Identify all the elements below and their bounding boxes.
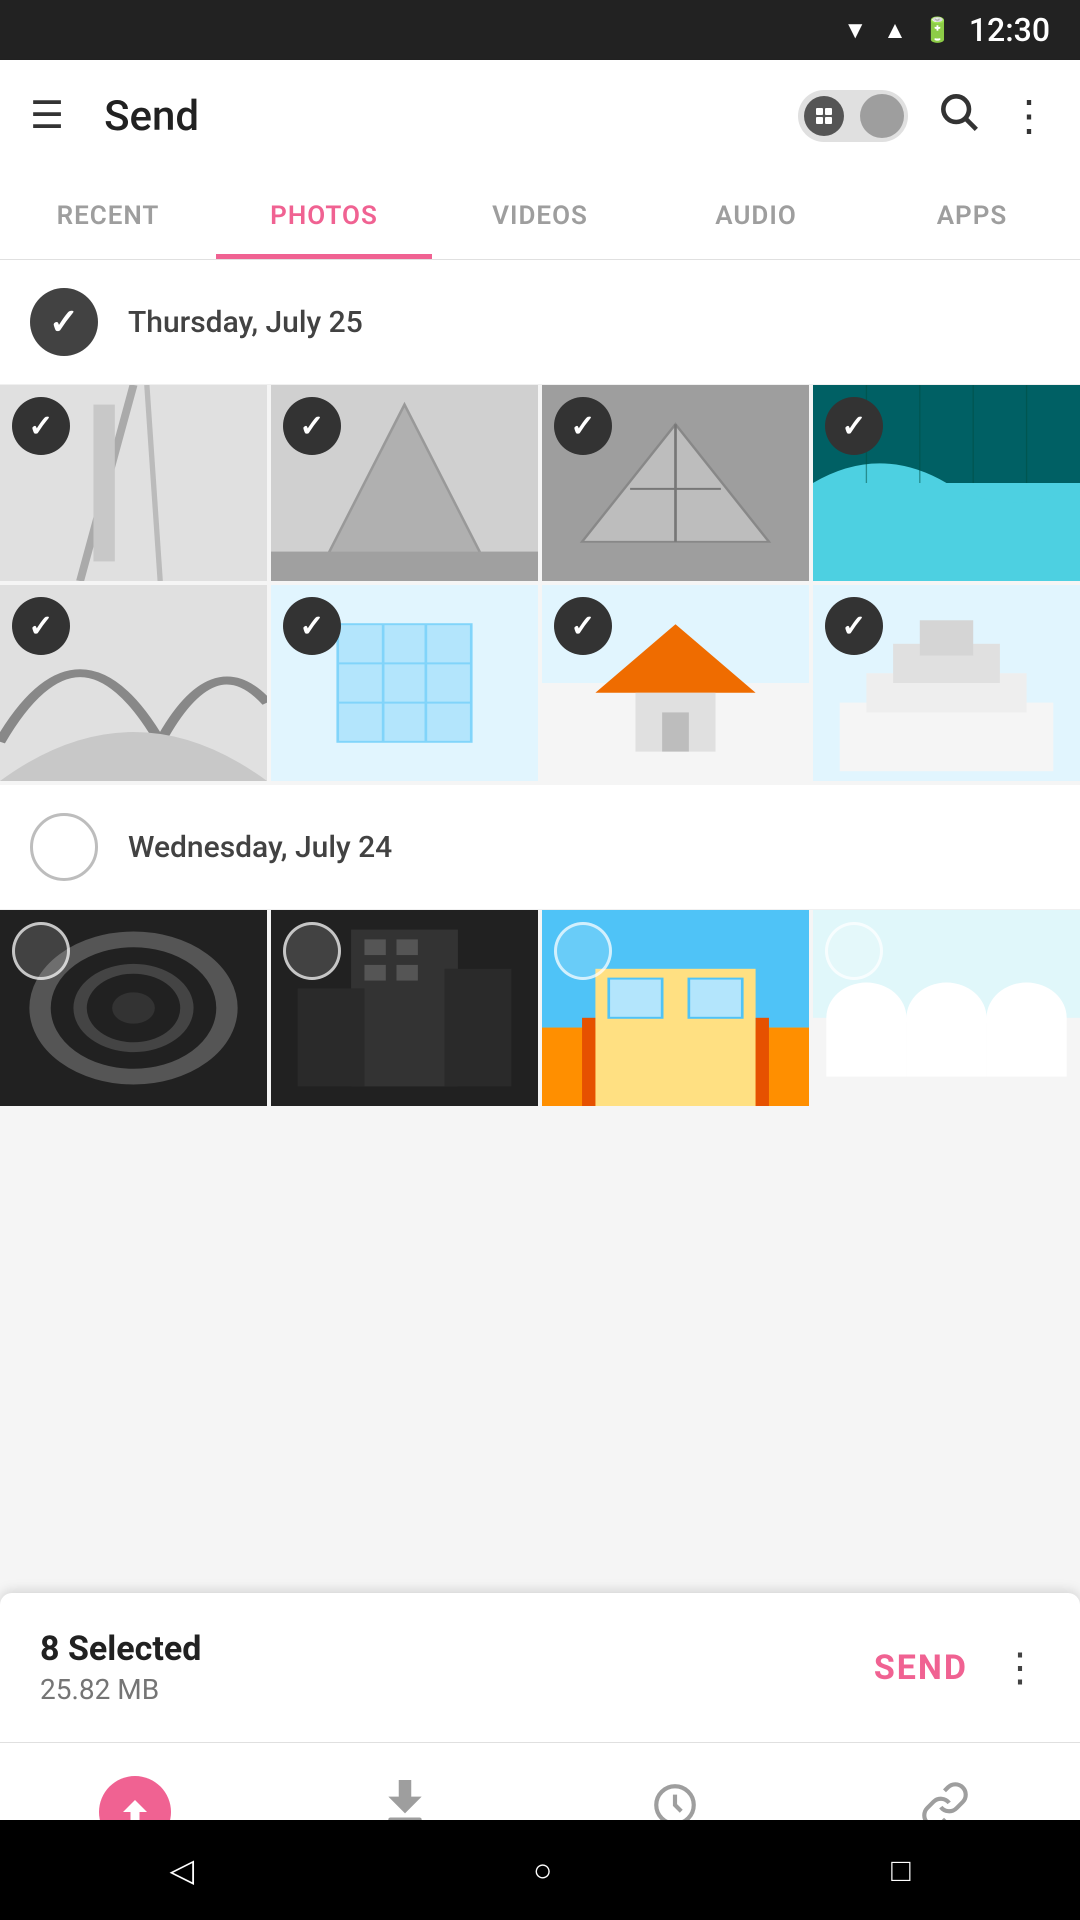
toggle-knob [860,94,904,138]
photo-item[interactable]: ✓ [0,585,267,781]
tab-audio[interactable]: AUDIO [648,172,864,259]
photo-content: ✓ Thursday, July 25 ✓ ✓ [0,260,1080,1106]
tab-videos[interactable]: VIDEOS [432,172,648,259]
photo-check-8[interactable]: ✓ [825,597,883,655]
photo-check-1[interactable]: ✓ [12,397,70,455]
recents-button[interactable]: □ [891,1851,910,1889]
app-bar-actions: ⋮ [798,89,1050,144]
photo-grid-jul25-row2: ✓ ✓ [0,585,1080,781]
photo-item[interactable]: ✓ [813,385,1080,581]
selection-bar: 8 Selected 25.82 MB SEND ⋮ [0,1593,1080,1742]
selected-size: 25.82 MB [40,1673,874,1706]
tab-photos[interactable]: PHOTOS [216,172,432,259]
status-bar: ▼ ▲ 🔋 12:30 [0,0,1080,60]
wifi-icon: ▼ [843,16,867,45]
wifi-direct-toggle[interactable] [798,90,908,142]
date-section-jul25: ✓ Thursday, July 25 [0,260,1080,385]
selected-count: 8 Selected [40,1629,874,1669]
system-nav-bar: ◁ ○ □ [0,1820,1080,1920]
send-button[interactable]: SEND [874,1648,968,1688]
photo-item[interactable]: ✓ [271,585,538,781]
photo-grid-jul24 [0,910,1080,1106]
section-select-jul24[interactable] [30,813,98,881]
photo-grid-jul25-row1: ✓ ✓ ✓ [0,385,1080,581]
photo-item[interactable] [813,910,1080,1106]
more-options-send-button[interactable]: ⋮ [1000,1644,1040,1691]
tab-recent[interactable]: RECENT [0,172,216,259]
wifi-direct-icon [804,96,844,136]
photo-check-3[interactable]: ✓ [554,397,612,455]
app-bar: ☰ Send ⋮ [0,60,1080,172]
photo-item[interactable] [0,910,267,1106]
tab-apps[interactable]: APPS [864,172,1080,259]
photo-check-11[interactable] [554,922,612,980]
selected-info: 8 Selected 25.82 MB [40,1629,874,1706]
check-icon: ✓ [49,301,79,343]
section-select-jul25[interactable]: ✓ [30,288,98,356]
more-options-button[interactable]: ⋮ [1008,91,1050,141]
date-label-jul25: Thursday, July 25 [128,305,363,340]
photo-item[interactable]: ✓ [0,385,267,581]
menu-icon[interactable]: ☰ [30,97,64,135]
home-button[interactable]: ○ [533,1851,552,1889]
photo-check-4[interactable]: ✓ [825,397,883,455]
photo-item[interactable]: ✓ [271,385,538,581]
photo-check-2[interactable]: ✓ [283,397,341,455]
photo-check-5[interactable]: ✓ [12,597,70,655]
photo-check-7[interactable]: ✓ [554,597,612,655]
status-time: 12:30 [969,11,1050,49]
photo-item[interactable]: ✓ [813,585,1080,781]
photo-item[interactable]: ✓ [542,585,809,781]
photo-item[interactable] [542,910,809,1106]
page-title: Send [104,92,768,141]
back-button[interactable]: ◁ [169,1851,194,1889]
photo-check-6[interactable]: ✓ [283,597,341,655]
tabs-bar: RECENT PHOTOS VIDEOS AUDIO APPS [0,172,1080,260]
signal-icon: ▲ [883,16,907,45]
photo-check-10[interactable] [283,922,341,980]
date-label-jul24: Wednesday, July 24 [128,830,392,865]
date-section-jul24: Wednesday, July 24 [0,785,1080,910]
photo-item[interactable]: ✓ [542,385,809,581]
status-icons: ▼ ▲ 🔋 12:30 [843,11,1050,49]
photo-item[interactable] [271,910,538,1106]
battery-icon: 🔋 [923,16,953,44]
photo-check-12[interactable] [825,922,883,980]
search-button[interactable] [936,89,980,144]
photo-check-9[interactable] [12,922,70,980]
